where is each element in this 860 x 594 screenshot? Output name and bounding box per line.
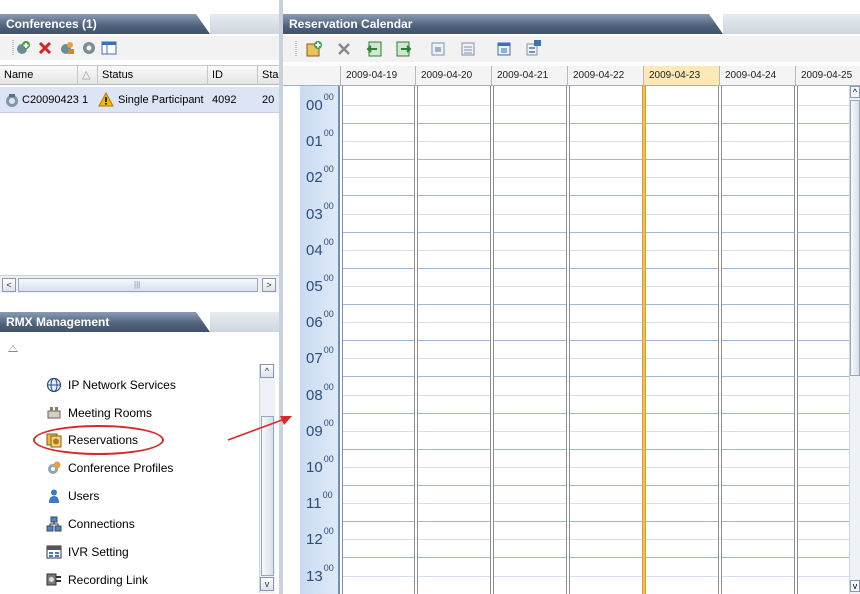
annotation-arrow <box>227 416 292 441</box>
